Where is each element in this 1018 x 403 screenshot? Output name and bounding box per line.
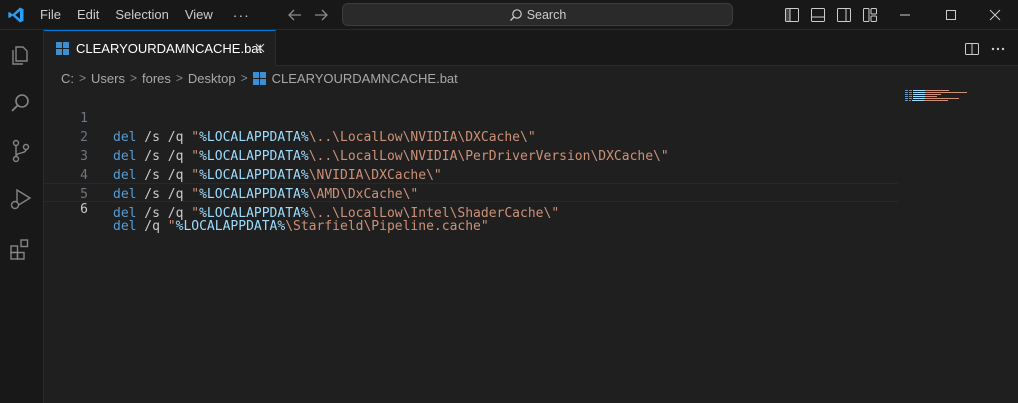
split-editor-icon[interactable] xyxy=(964,41,980,57)
close-window-button[interactable] xyxy=(972,0,1018,30)
menu-edit[interactable]: Edit xyxy=(69,0,107,30)
toggle-panel-icon[interactable] xyxy=(810,7,826,23)
windows-batch-file-icon xyxy=(56,42,69,55)
close-icon[interactable] xyxy=(252,40,268,56)
menu-file[interactable]: File xyxy=(32,0,69,30)
menu-more-button[interactable]: ··· xyxy=(225,0,258,30)
customize-layout-icon[interactable] xyxy=(862,7,878,23)
arrow-left-icon[interactable] xyxy=(286,6,304,24)
minimap[interactable] xyxy=(903,90,993,104)
more-actions-icon[interactable] xyxy=(990,41,1006,57)
breadcrumb-separator: > xyxy=(79,71,87,85)
editor-tab-bar: CLEARYOURDAMNCACHE.bat xyxy=(44,30,1018,66)
maximize-button[interactable] xyxy=(928,0,974,30)
code-line-active[interactable]: 6 del /q "%LOCALAPPDATA%\Starfield\Pipel… xyxy=(44,183,898,234)
search-icon[interactable] xyxy=(8,90,34,116)
menu-selection[interactable]: Selection xyxy=(107,0,176,30)
code-editor[interactable]: 1 del /s /q "%LOCALAPPDATA%\..\LocalLow\… xyxy=(44,90,1018,403)
breadcrumb-fores[interactable]: fores xyxy=(142,71,171,86)
search-label: Search xyxy=(526,7,567,22)
code-line[interactable]: 3 del /s /q "%LOCALAPPDATA%\NVIDIA\DXCac… xyxy=(44,128,898,183)
title-bar: File Edit Selection View ··· Search xyxy=(0,0,1018,30)
search-icon xyxy=(509,8,522,21)
tab-clearyourdamncache-bat[interactable]: CLEARYOURDAMNCACHE.bat xyxy=(44,30,276,66)
code-line[interactable]: 2 del /s /q "%LOCALAPPDATA%\..\LocalLow\… xyxy=(44,109,898,164)
keyword-token: del xyxy=(113,219,137,234)
code-line[interactable]: 1 del /s /q "%LOCALAPPDATA%\..\LocalLow\… xyxy=(44,90,898,145)
toggle-primary-sidebar-icon[interactable] xyxy=(784,7,800,23)
minimap-lines xyxy=(905,90,967,101)
minimize-button[interactable] xyxy=(882,0,928,30)
option-token: /q xyxy=(136,219,168,234)
line-code: del /q "%LOCALAPPDATA%\Starfield\Pipelin… xyxy=(113,218,489,235)
breadcrumb-desktop[interactable]: Desktop xyxy=(188,71,236,86)
string-token: " xyxy=(167,219,176,234)
breadcrumb-separator: > xyxy=(175,71,183,85)
breadcrumb-drive[interactable]: C: xyxy=(61,71,74,86)
breadcrumb-separator: > xyxy=(240,71,248,85)
arrow-right-icon[interactable] xyxy=(312,6,330,24)
explorer-icon[interactable] xyxy=(8,42,34,68)
menu-bar: File Edit Selection View ··· xyxy=(32,0,258,30)
variable-token: %LOCALAPPDATA% xyxy=(175,219,286,234)
activity-bar xyxy=(0,30,44,403)
breadcrumb-users[interactable]: Users xyxy=(91,71,125,86)
line-number: 6 xyxy=(80,202,88,217)
breadcrumb-separator: > xyxy=(129,71,137,85)
toggle-secondary-sidebar-icon[interactable] xyxy=(836,7,852,23)
breadcrumb-file[interactable]: CLEARYOURDAMNCACHE.bat xyxy=(272,71,458,86)
code-line[interactable]: 4 del /s /q "%LOCALAPPDATA%\AMD\DxCache\… xyxy=(44,147,898,202)
maximize-icon xyxy=(946,10,956,20)
run-debug-icon[interactable] xyxy=(8,186,34,212)
string-token: \Starfield\Pipeline.cache" xyxy=(285,219,489,234)
tab-label: CLEARYOURDAMNCACHE.bat xyxy=(76,41,263,56)
source-control-icon[interactable] xyxy=(8,138,34,164)
menu-view[interactable]: View xyxy=(177,0,221,30)
windows-batch-file-icon xyxy=(252,71,266,85)
close-icon xyxy=(989,9,1001,21)
breadcrumb: C: > Users > fores > Desktop > CLEARYOUR… xyxy=(44,66,1018,90)
command-center-search[interactable]: Search xyxy=(342,3,733,26)
vscode-logo-icon[interactable] xyxy=(7,6,25,24)
extensions-icon[interactable] xyxy=(8,236,34,262)
minimize-icon xyxy=(900,14,910,16)
